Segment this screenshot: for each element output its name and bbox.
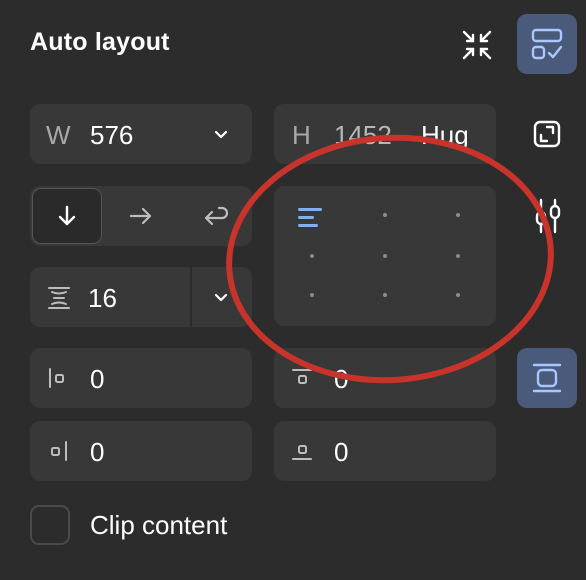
alignment-bottom-left[interactable]	[310, 293, 314, 297]
chevron-down-icon[interactable]	[213, 126, 229, 147]
padding-left-field[interactable]: 0	[30, 348, 252, 408]
width-field[interactable]: W 576	[30, 104, 252, 164]
arrow-down-icon	[58, 205, 76, 226]
width-label: W	[46, 120, 71, 150]
direction-control	[30, 186, 252, 246]
sliders-icon[interactable]	[528, 194, 568, 238]
padding-bottom-icon	[290, 439, 314, 468]
height-field[interactable]: H 1452 Hug	[274, 104, 496, 164]
wrap-arrow-icon	[204, 206, 229, 226]
padding-left-icon	[46, 366, 70, 395]
alignment-grid[interactable]	[274, 186, 496, 326]
padding-bottom-field[interactable]: 0	[274, 421, 496, 481]
padding-top-value[interactable]: 0	[334, 364, 348, 395]
alignment-top-right[interactable]	[456, 213, 460, 217]
minimize-arrows-icon[interactable]	[452, 20, 502, 70]
alignment-middle-left[interactable]	[310, 254, 314, 258]
alignment-bottom-right[interactable]	[456, 293, 460, 297]
gap-field[interactable]: 16	[30, 267, 252, 327]
individual-padding-icon[interactable]	[517, 348, 577, 408]
direction-horizontal-option[interactable]	[106, 188, 176, 244]
height-label: H	[292, 120, 311, 150]
direction-vertical-option[interactable]	[32, 188, 102, 244]
clip-content-checkbox[interactable]	[30, 505, 70, 545]
clip-content-label: Clip content	[90, 510, 228, 540]
resize-to-fit-icon[interactable]	[525, 112, 569, 156]
alignment-top-left-indicator[interactable]	[298, 208, 322, 227]
width-value[interactable]: 576	[90, 120, 133, 151]
padding-bottom-value[interactable]: 0	[334, 437, 348, 468]
gap-value[interactable]: 16	[88, 283, 117, 314]
alignment-middle-center[interactable]	[383, 254, 387, 258]
gap-divider	[190, 267, 192, 327]
padding-top-field[interactable]: 0	[274, 348, 496, 408]
alignment-middle-right[interactable]	[456, 254, 460, 258]
padding-top-icon	[290, 366, 314, 395]
height-value[interactable]: 1452	[334, 120, 392, 151]
panel-title: Auto layout	[30, 28, 170, 56]
height-mode[interactable]: Hug	[421, 120, 469, 151]
padding-right-field[interactable]: 0	[30, 421, 252, 481]
direction-wrap-option[interactable]	[180, 188, 250, 244]
padding-left-value[interactable]: 0	[90, 364, 104, 395]
layout-check-icon[interactable]	[517, 14, 577, 74]
alignment-top-center[interactable]	[383, 213, 387, 217]
vertical-spacing-icon	[46, 285, 72, 316]
padding-right-icon	[46, 439, 70, 468]
alignment-bottom-center[interactable]	[383, 293, 387, 297]
padding-right-value[interactable]: 0	[90, 437, 104, 468]
chevron-down-icon[interactable]	[213, 289, 229, 310]
arrow-right-icon	[129, 207, 152, 225]
